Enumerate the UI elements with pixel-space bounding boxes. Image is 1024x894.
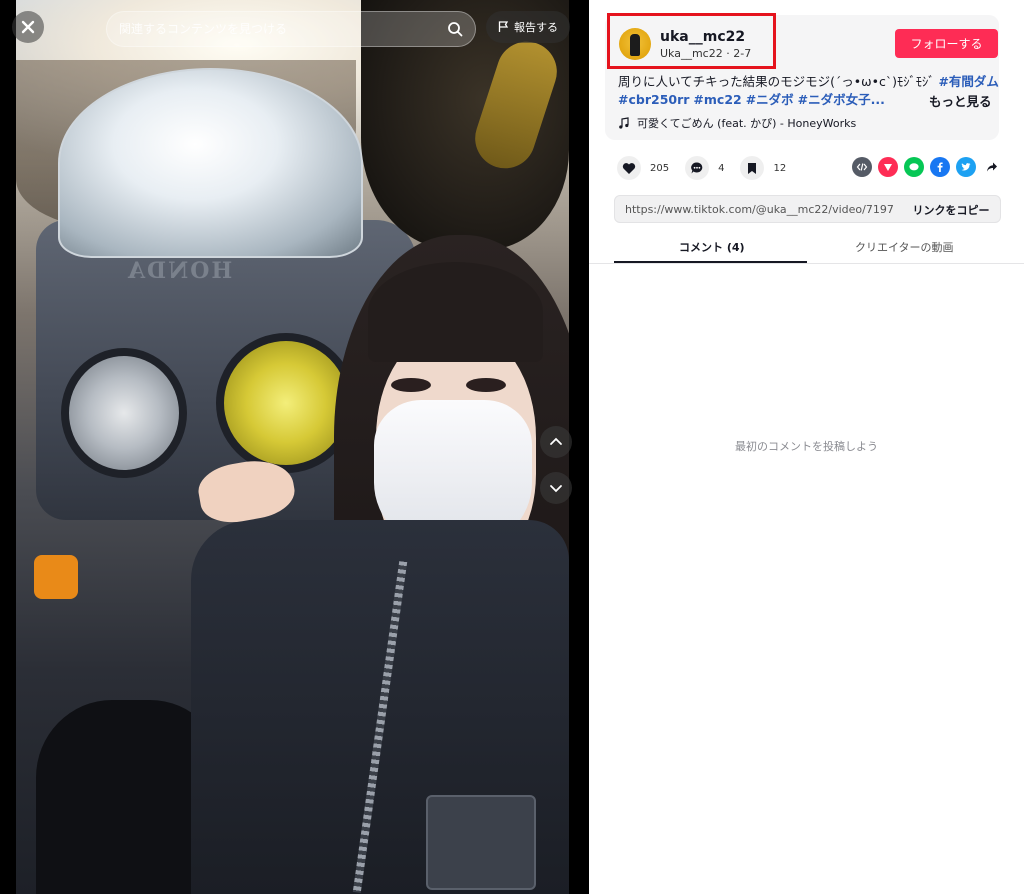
chevron-up-icon xyxy=(550,437,562,445)
copy-link-button[interactable]: リンクをコピー xyxy=(903,197,999,222)
display-name: Uka__mc22 xyxy=(660,47,723,60)
hashtag[interactable]: #mc22 xyxy=(693,92,741,107)
facebook-icon xyxy=(937,162,943,172)
save-count: 12 xyxy=(773,162,787,174)
flag-icon xyxy=(498,21,509,32)
comment-icon xyxy=(691,162,703,174)
tab-bar: コメント (4) クリエイターの動画 xyxy=(589,230,1024,264)
search-bar[interactable] xyxy=(106,11,476,47)
search-icon[interactable] xyxy=(447,21,463,37)
twitter-icon xyxy=(961,163,971,171)
embed-icon xyxy=(856,163,868,171)
send-icon xyxy=(884,164,892,171)
chevron-down-icon xyxy=(550,485,562,493)
active-tab-indicator xyxy=(614,261,807,263)
next-video-button[interactable] xyxy=(540,472,572,504)
facebook-share-button[interactable] xyxy=(930,157,950,177)
heart-icon xyxy=(622,162,636,174)
share-icons xyxy=(852,157,1002,177)
turn-signal xyxy=(34,555,78,599)
see-more-link[interactable]: もっと見る xyxy=(929,91,992,110)
line-share-button[interactable] xyxy=(904,157,924,177)
bookmark-icon xyxy=(748,162,757,174)
motorcycle-windshield xyxy=(58,68,363,258)
follow-button[interactable]: フォローする xyxy=(895,29,998,58)
hashtag[interactable]: #有間ダム xyxy=(938,74,998,89)
hashtag[interactable]: #ニダボ女子... xyxy=(798,92,885,107)
save-button[interactable]: 12 xyxy=(740,156,786,180)
person-eye-left xyxy=(391,378,431,392)
embed-button[interactable] xyxy=(852,157,872,177)
honda-logo: HONDA xyxy=(126,258,233,284)
tiktok-video-page: HONDA 関連するコンテンツを見つける 報告する uka__mc22 Uka_… xyxy=(0,0,1024,894)
previous-video-button[interactable] xyxy=(540,426,572,458)
creator-subline: Uka__mc22 · 2-7 xyxy=(660,47,752,60)
like-button[interactable]: 205 xyxy=(617,156,669,180)
video-link-bar: https://www.tiktok.com/@uka__mc22/video/… xyxy=(614,195,1001,223)
video-pane: HONDA 関連するコンテンツを見つける 報告する xyxy=(0,0,589,894)
close-icon xyxy=(21,20,35,34)
music-note-icon xyxy=(619,117,629,129)
comment-button[interactable]: 4 xyxy=(685,156,724,180)
report-label: 報告する xyxy=(514,21,558,34)
music-title: 可愛くてごめん (feat. かぴ) - HoneyWorks xyxy=(637,117,857,130)
person-eye-right xyxy=(466,378,506,392)
line-icon xyxy=(909,163,919,171)
music-info[interactable]: 可愛くてごめん (feat. かぴ) - HoneyWorks xyxy=(618,115,856,131)
video-player[interactable]: HONDA xyxy=(16,0,569,894)
hashtag[interactable]: #cbr250rr xyxy=(618,92,689,107)
side-panel: uka__mc22 Uka__mc22 · 2-7 フォローする 周りに人いてチ… xyxy=(589,0,1024,894)
post-date: 2-7 xyxy=(733,47,752,60)
share-arrow-icon xyxy=(987,162,997,172)
twitter-share-button[interactable] xyxy=(956,157,976,177)
video-url[interactable]: https://www.tiktok.com/@uka__mc22/video/… xyxy=(625,203,895,216)
search-input[interactable] xyxy=(119,22,447,36)
headlight-left xyxy=(61,348,187,478)
tab-comments[interactable]: コメント (4) xyxy=(679,239,745,255)
report-button[interactable]: 報告する xyxy=(486,11,570,43)
empty-comments-message: 最初のコメントを投稿しよう xyxy=(735,440,878,453)
like-count: 205 xyxy=(650,162,670,174)
action-bar: 205 4 12 xyxy=(617,156,786,180)
tab-creator-videos[interactable]: クリエイターの動画 xyxy=(855,239,954,255)
username[interactable]: uka__mc22 xyxy=(660,29,745,45)
more-share-button[interactable] xyxy=(982,157,1002,177)
close-button[interactable] xyxy=(12,11,44,43)
hashtag[interactable]: #ニダボ xyxy=(746,92,794,107)
jacket-patch xyxy=(426,795,536,890)
person-bangs xyxy=(368,262,543,362)
description-text: 周りに人いてチキった結果のモジモジ(ˊっ•ω•cˋ)ﾓｼﾞﾓｼﾞ xyxy=(618,74,935,89)
send-to-friends-button[interactable] xyxy=(878,157,898,177)
comment-count: 4 xyxy=(718,162,725,174)
